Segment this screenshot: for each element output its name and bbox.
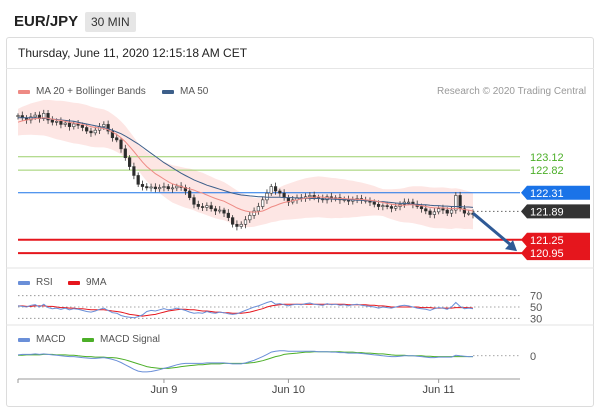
macd-level-label-0: 0 <box>530 351 536 363</box>
candle-body <box>278 190 282 194</box>
candle-body <box>437 208 441 213</box>
candle-body <box>132 166 136 176</box>
candle-body <box>282 192 286 198</box>
candle-body <box>33 114 37 118</box>
candle-body <box>136 175 140 185</box>
rsi-level-label-70: 70 <box>530 291 542 303</box>
candle-body <box>385 205 389 207</box>
candle-body <box>273 186 278 192</box>
candle-body <box>123 148 127 158</box>
candle-body <box>261 199 265 207</box>
candle-body <box>72 123 76 127</box>
candle-body <box>239 223 243 227</box>
candle-body <box>213 208 218 212</box>
price-label-122.82: 122.82 <box>530 165 564 177</box>
candle-body <box>80 124 84 128</box>
candle-body <box>166 186 170 190</box>
candle-body <box>372 201 376 205</box>
candle-body <box>407 201 411 204</box>
candle-body <box>389 206 394 209</box>
rsi-level-label-50: 50 <box>530 302 542 314</box>
candle-body <box>222 209 226 214</box>
chart-svg: 123.12122.82 122.31 121.89 121.25120.95 7050… <box>6 99 594 396</box>
candle-body <box>128 157 132 167</box>
x-tick-jun-11: Jun 11 <box>423 384 455 396</box>
bollinger-band <box>18 99 473 230</box>
candle-body <box>449 209 454 214</box>
candle-body <box>441 208 445 211</box>
candle-body <box>226 212 230 218</box>
candle-body <box>93 129 97 134</box>
candle-body <box>119 139 123 150</box>
candle-body <box>170 187 175 190</box>
candle-body <box>231 217 235 225</box>
candle-body <box>269 186 273 194</box>
x-tick-jun-9: Jun 9 <box>150 384 177 396</box>
candle-body <box>59 121 63 125</box>
candle-body <box>188 190 192 198</box>
candle-body <box>394 206 398 209</box>
rsi-level-label-30: 30 <box>530 313 542 325</box>
candle-body <box>115 137 119 141</box>
price-label-123.12: 123.12 <box>530 152 564 164</box>
candle-body <box>55 121 59 123</box>
candle-body <box>145 186 149 189</box>
candle-body <box>467 212 471 215</box>
price-label-121.89: 121.89 <box>530 206 564 218</box>
candle-body <box>381 205 385 207</box>
candle-body <box>419 206 424 210</box>
candle-body <box>432 211 436 215</box>
candle-body <box>158 187 162 190</box>
candle-body <box>424 208 428 212</box>
candle-body <box>428 210 432 215</box>
candle-body <box>192 197 196 205</box>
candle-body <box>162 186 166 188</box>
candle-body <box>89 130 93 134</box>
candle-body <box>102 124 106 127</box>
price-label-122.31: 122.31 <box>530 188 564 200</box>
candle-body <box>175 185 179 189</box>
candle-body <box>50 119 54 123</box>
candle-body <box>252 210 256 216</box>
candle-body <box>67 122 72 127</box>
candle-body <box>153 186 157 190</box>
candle-body <box>140 184 145 187</box>
candle-body <box>308 195 312 198</box>
x-tick-jun-10: Jun 10 <box>272 384 305 396</box>
candle-body <box>149 186 153 189</box>
price-label-120.95: 120.95 <box>530 248 564 260</box>
candle-body <box>445 209 449 214</box>
candle-body <box>235 223 239 227</box>
candle-body <box>209 205 213 210</box>
candle-body <box>256 206 260 212</box>
candle-body <box>16 115 20 117</box>
candle-body <box>218 209 222 212</box>
candle-body <box>265 192 269 201</box>
candle-body <box>85 127 89 132</box>
price-label-121.25: 121.25 <box>530 235 564 247</box>
macd-line <box>17 350 473 373</box>
candle-body <box>200 206 205 208</box>
candle-body <box>205 205 209 208</box>
candle-body <box>196 204 200 207</box>
candle-body <box>243 219 248 225</box>
macd-signal-line <box>18 351 473 369</box>
candle-body <box>248 215 252 221</box>
candle-body <box>376 204 381 207</box>
candle-body <box>63 122 67 125</box>
